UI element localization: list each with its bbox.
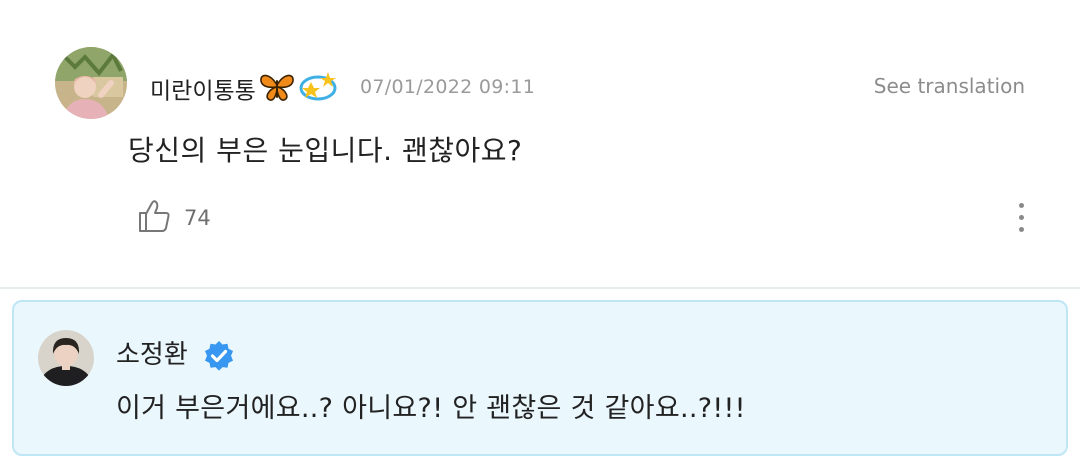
commenter-avatar[interactable] — [55, 47, 127, 119]
thumbs-up-icon[interactable] — [136, 198, 172, 238]
butterfly-icon — [258, 71, 296, 113]
dot — [1018, 202, 1024, 208]
dot — [1018, 214, 1024, 220]
commenter-username[interactable]: 미란이통통 — [150, 70, 338, 114]
reply-body: 이거 부은거에요..? 아니요?! 안 괜찮은 것 같아요..?!!! — [116, 393, 746, 424]
dizzy-star-icon — [298, 70, 338, 114]
reply-card — [12, 300, 1068, 456]
comment-timestamp: 07/01/2022 09:11 — [360, 76, 536, 98]
comment-card: 미란이통통 07/01/2022 09:11 See translation 당… — [0, 0, 1080, 288]
comment-body: 당신의 부은 눈입니다. 괜찮아요? — [128, 134, 523, 167]
section-divider — [0, 287, 1080, 289]
like-button[interactable]: 74 — [136, 198, 211, 238]
see-translation-link[interactable]: See translation — [874, 72, 1025, 100]
like-count: 74 — [184, 206, 211, 230]
reply-author-avatar[interactable] — [38, 330, 94, 386]
reply-author-name[interactable]: 소정환 — [116, 336, 188, 374]
commenter-name[interactable]: 미란이통통 — [150, 79, 256, 105]
dot — [1018, 226, 1024, 232]
verified-badge-icon — [203, 340, 235, 376]
more-options-icon[interactable] — [1006, 196, 1036, 238]
